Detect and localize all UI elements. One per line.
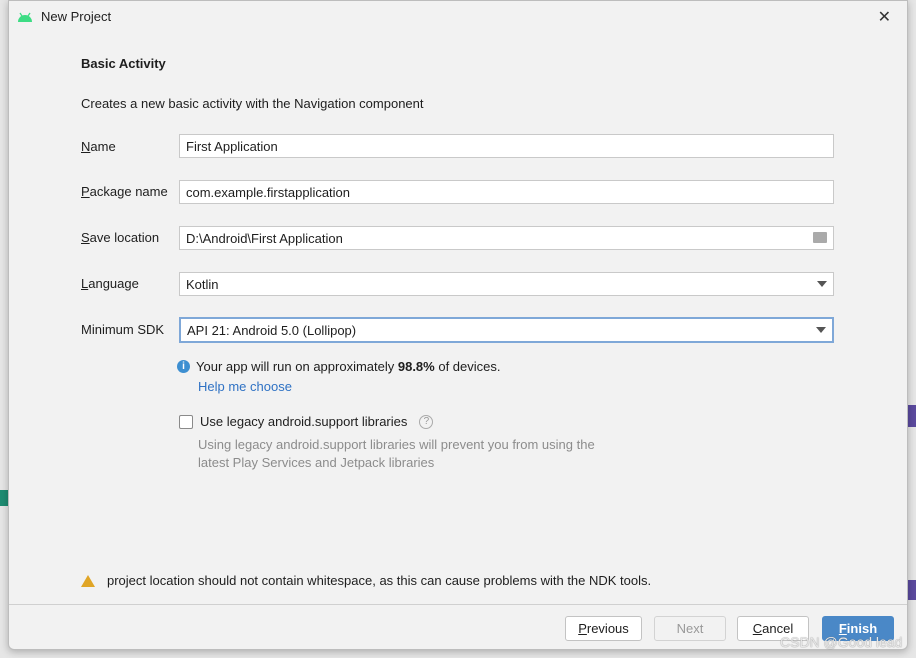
title-bar: New Project ✕ — [9, 1, 907, 32]
minimum-sdk-label: Minimum SDK — [81, 322, 165, 337]
checkbox[interactable] — [179, 414, 193, 429]
new-project-dialog: New Project ✕ Basic Activity Creates a n… — [8, 0, 908, 650]
chevron-down-icon — [816, 327, 826, 333]
whitespace-warning: project location should not contain whit… — [81, 573, 651, 588]
warning-icon — [81, 574, 95, 587]
device-coverage-info: i Your app will run on approximately 98.… — [177, 359, 501, 374]
package-name-label: Package name — [81, 184, 168, 199]
package-name-input[interactable]: com.example.firstapplication — [179, 180, 834, 204]
watermark: CSDN @Good lead — [780, 634, 903, 650]
template-description: Creates a new basic activity with the Na… — [81, 96, 424, 111]
name-input[interactable]: First Application — [179, 134, 834, 158]
name-label: Name — [81, 139, 116, 154]
help-me-choose-link[interactable]: Help me choose — [198, 379, 292, 394]
divider — [9, 604, 907, 605]
save-location-input[interactable]: D:\Android\First Application — [179, 226, 834, 250]
language-select[interactable]: Kotlin — [179, 272, 834, 296]
previous-button[interactable]: Previous — [565, 616, 642, 641]
next-button[interactable]: Next — [654, 616, 726, 641]
chevron-down-icon — [817, 281, 827, 287]
close-icon[interactable]: ✕ — [878, 7, 891, 27]
template-title: Basic Activity — [81, 56, 166, 71]
folder-icon[interactable] — [813, 232, 827, 243]
legacy-note: Using legacy android.support libraries w… — [198, 437, 595, 470]
save-location-label: Save location — [81, 230, 160, 245]
language-label: Language — [81, 276, 139, 291]
info-icon: i — [177, 360, 190, 373]
minimum-sdk-select[interactable]: API 21: Android 5.0 (Lollipop) — [179, 317, 834, 343]
window-title: New Project — [41, 9, 112, 24]
help-question-icon[interactable]: ? — [419, 414, 434, 429]
legacy-support-checkbox[interactable]: Use legacy android.support libraries ? — [179, 414, 434, 429]
android-icon — [18, 12, 32, 22]
